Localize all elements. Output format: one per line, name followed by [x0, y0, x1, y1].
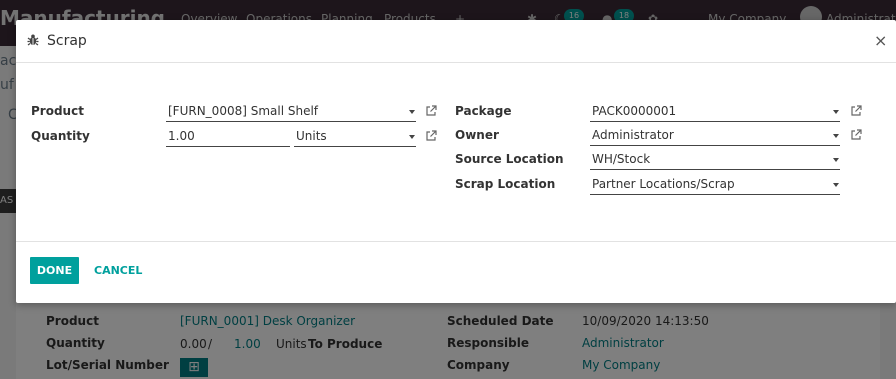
- external-link-icon[interactable]: [850, 105, 862, 117]
- caret-down-icon[interactable]: [833, 158, 839, 162]
- source-location-label: Source Location: [455, 152, 564, 166]
- quantity-label: Quantity: [31, 129, 90, 143]
- quantity-value: 1.00: [168, 129, 195, 143]
- caret-down-icon[interactable]: [409, 135, 415, 139]
- package-label: Package: [455, 104, 512, 118]
- source-location-field[interactable]: WH/Stock: [590, 150, 840, 170]
- owner-value: Administrator: [592, 128, 674, 142]
- scrap-dialog: Scrap × Product [FURN_0008] Small Shelf …: [16, 20, 896, 303]
- external-link-icon[interactable]: [425, 105, 437, 117]
- source-location-value: WH/Stock: [592, 152, 651, 166]
- package-value: PACK0000001: [592, 104, 677, 118]
- product-label: Product: [31, 104, 84, 118]
- caret-down-icon[interactable]: [409, 110, 415, 114]
- dialog-title: Scrap: [47, 33, 87, 49]
- uom-value: Units: [296, 129, 327, 143]
- owner-label: Owner: [455, 128, 499, 142]
- owner-field[interactable]: Administrator: [590, 126, 840, 146]
- uom-field[interactable]: Units: [294, 127, 416, 147]
- package-field[interactable]: PACK0000001: [590, 102, 840, 122]
- product-field[interactable]: [FURN_0008] Small Shelf: [166, 102, 416, 122]
- dialog-footer: DONE CANCEL: [16, 241, 896, 303]
- close-icon[interactable]: ×: [874, 31, 887, 50]
- bug-icon: [26, 33, 40, 47]
- external-link-icon[interactable]: [850, 129, 862, 141]
- caret-down-icon[interactable]: [833, 110, 839, 114]
- scrap-location-field[interactable]: Partner Locations/Scrap: [590, 175, 840, 195]
- caret-down-icon[interactable]: [833, 134, 839, 138]
- caret-down-icon[interactable]: [833, 183, 839, 187]
- done-button[interactable]: DONE: [30, 257, 79, 284]
- dialog-header: Scrap ×: [16, 20, 896, 63]
- quantity-field[interactable]: 1.00: [166, 127, 290, 147]
- external-link-icon[interactable]: [425, 130, 437, 142]
- scrap-location-value: Partner Locations/Scrap: [592, 177, 735, 191]
- scrap-location-label: Scrap Location: [455, 177, 556, 191]
- cancel-button[interactable]: CANCEL: [94, 257, 142, 284]
- product-value: [FURN_0008] Small Shelf: [168, 104, 319, 118]
